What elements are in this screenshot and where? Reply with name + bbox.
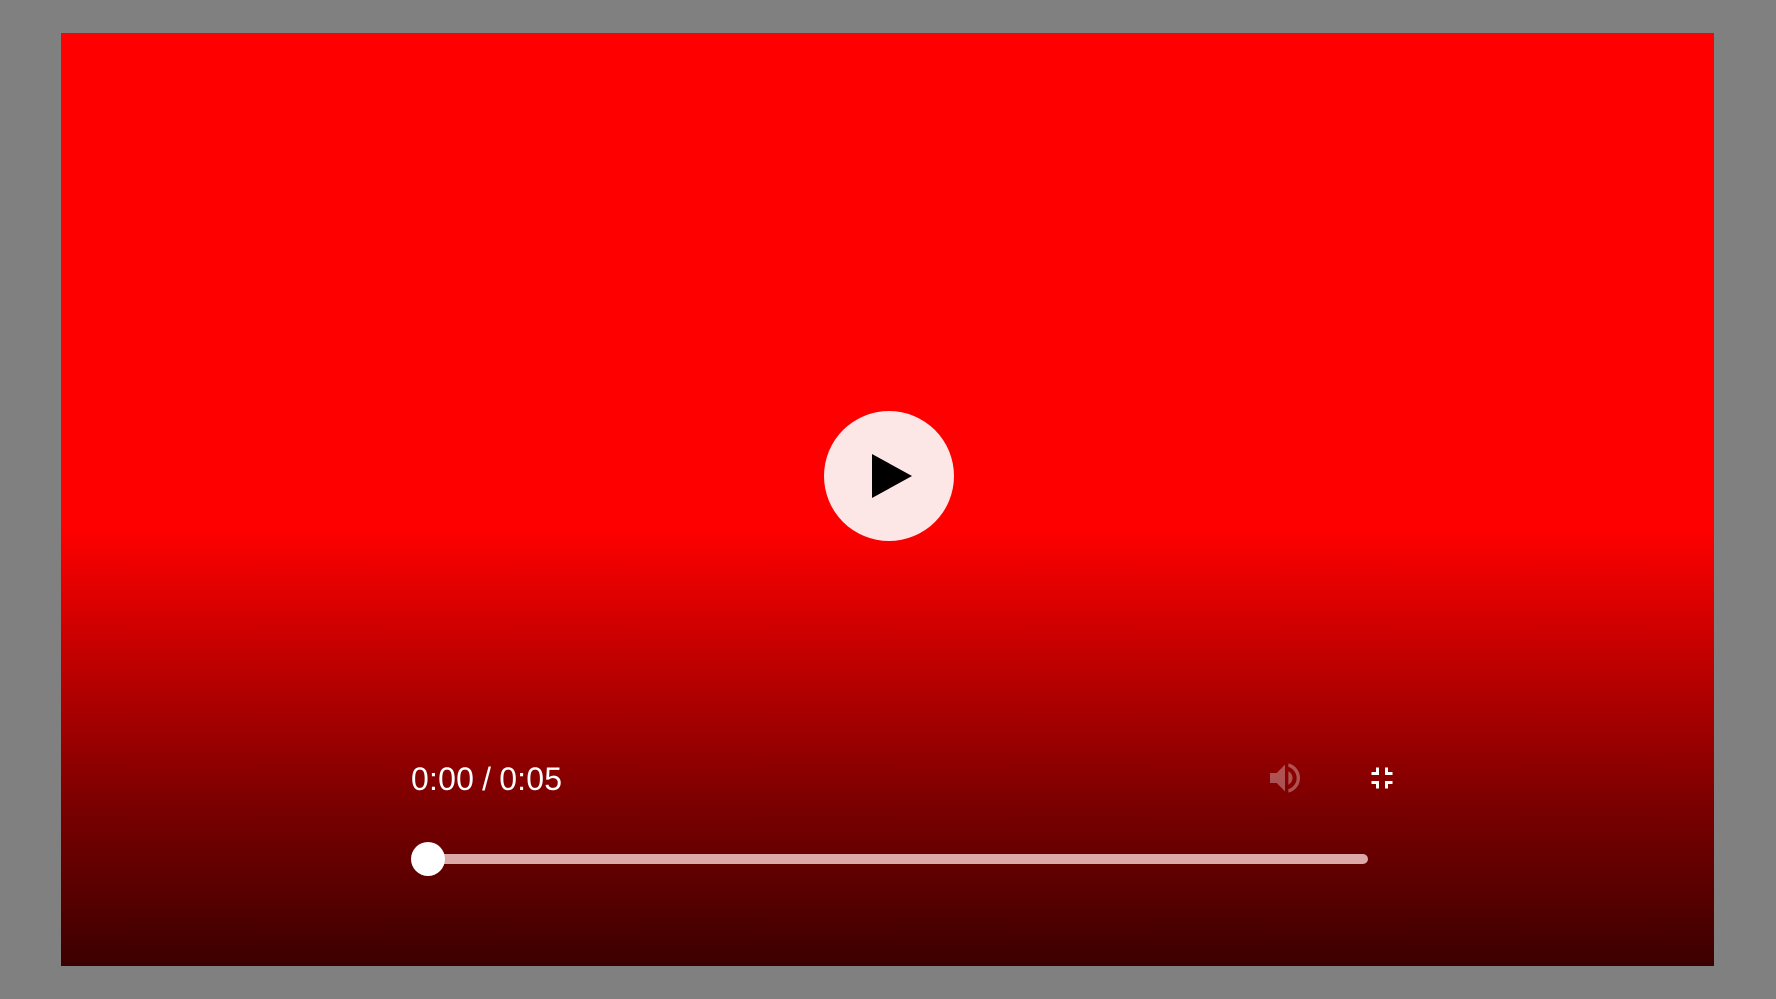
video-frame[interactable]: 0:00/0:05: [61, 33, 1714, 966]
duration: 0:05: [499, 761, 563, 797]
seek-track[interactable]: [427, 854, 1368, 864]
page: 0:00/0:05: [0, 0, 1776, 999]
exit-fullscreen-icon: [1371, 767, 1393, 789]
big-play-button[interactable]: [824, 411, 954, 541]
volume-button[interactable]: [1262, 755, 1308, 801]
time-separator: /: [482, 761, 492, 797]
current-time: 0:00: [411, 761, 475, 797]
seek-bar[interactable]: [411, 841, 1368, 877]
play-icon: [872, 454, 912, 498]
time-display: 0:00/0:05: [411, 761, 562, 798]
exit-fullscreen-button[interactable]: [1359, 755, 1405, 801]
volume-icon: [1270, 763, 1300, 793]
seek-thumb[interactable]: [411, 842, 445, 876]
video-controls: 0:00/0:05: [411, 733, 1393, 913]
